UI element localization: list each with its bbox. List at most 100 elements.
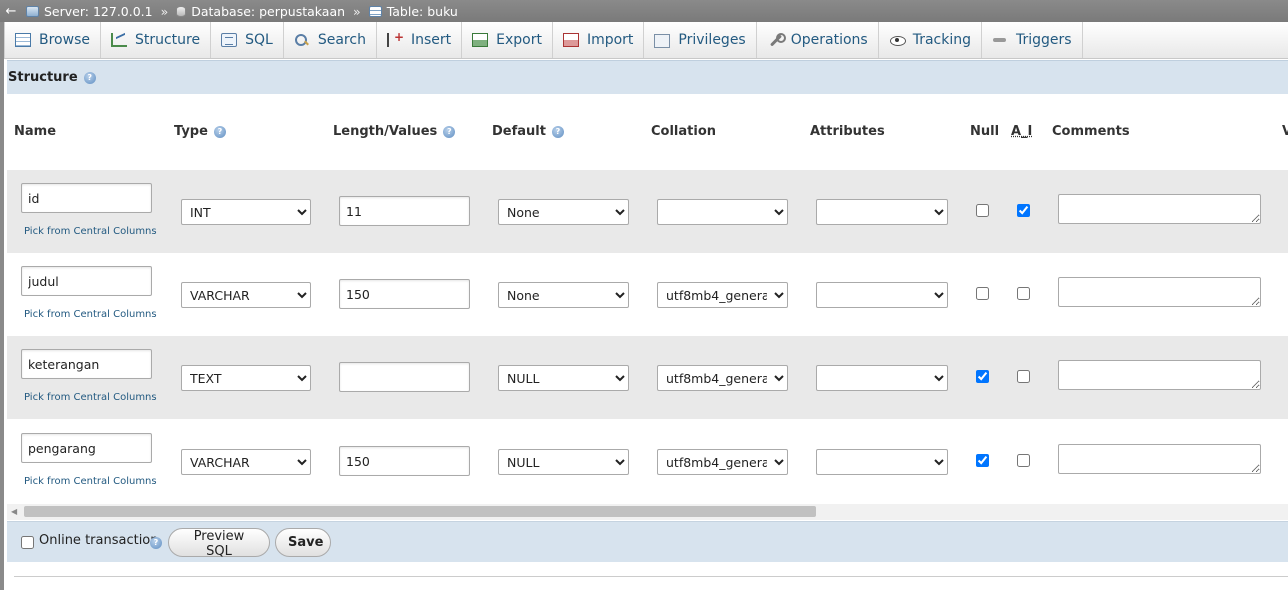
tab-privileges[interactable]: Privileges	[644, 22, 757, 58]
server-icon	[26, 5, 39, 17]
tab-label: Privileges	[678, 32, 746, 48]
field-length-input[interactable]	[339, 362, 470, 392]
field-name-input[interactable]	[21, 183, 152, 213]
tab-browse[interactable]: Browse	[4, 22, 101, 58]
horizontal-scrollbar[interactable]: ◀	[7, 504, 1288, 520]
back-arrow-icon[interactable]: ←	[0, 4, 22, 19]
field-ai-checkbox[interactable]	[1017, 287, 1030, 300]
field-ai-checkbox[interactable]	[1017, 204, 1030, 217]
import-icon	[562, 33, 579, 47]
table-row: Pick from Central Columns TEXT NULL utf8…	[7, 336, 1288, 419]
preview-sql-button[interactable]: Preview SQL	[168, 528, 270, 559]
field-collation-select[interactable]	[657, 199, 788, 225]
header-virtuality-cut: V	[1282, 124, 1288, 139]
field-default-select[interactable]: None	[498, 282, 629, 308]
help-icon[interactable]: ?	[213, 125, 226, 138]
field-attributes-select[interactable]	[816, 365, 948, 391]
field-null-checkbox[interactable]	[976, 204, 989, 217]
field-type-select[interactable]: INT	[181, 199, 311, 225]
field-default-select[interactable]: NULL	[498, 365, 629, 391]
tab-label: Browse	[39, 32, 90, 48]
pick-central-columns-link[interactable]: Pick from Central Columns	[24, 476, 157, 487]
field-attributes-select[interactable]	[816, 449, 948, 475]
tab-structure[interactable]: Structure	[101, 22, 212, 58]
field-type-select[interactable]: VARCHAR	[181, 282, 311, 308]
field-collation-select[interactable]: utf8mb4_general_ci	[657, 365, 788, 391]
tab-label: SQL	[245, 32, 273, 48]
field-ai-checkbox[interactable]	[1017, 454, 1030, 467]
header-length-label: Length/Values	[333, 124, 438, 139]
tab-label: Insert	[410, 32, 452, 48]
field-null-checkbox[interactable]	[976, 454, 989, 467]
section-title: Structure ?	[7, 60, 1288, 94]
field-length-input[interactable]	[339, 446, 470, 476]
header-attributes: Attributes	[810, 124, 885, 139]
structure-icon	[110, 33, 127, 47]
field-name-input[interactable]	[21, 266, 152, 296]
table-row: Pick from Central Columns INT None	[7, 170, 1288, 253]
column-header-row: Name Type? Length/Values? Default? Colla…	[7, 94, 1288, 170]
field-attributes-select[interactable]	[816, 282, 948, 308]
field-default-select[interactable]: NULL	[498, 449, 629, 475]
tab-operations[interactable]: Operations	[757, 22, 879, 58]
field-comment-textarea[interactable]	[1058, 194, 1261, 224]
field-comment-textarea[interactable]	[1058, 444, 1261, 474]
tab-sql[interactable]: SQL	[211, 22, 284, 58]
field-default-select[interactable]: None	[498, 199, 629, 225]
section-title-label: Structure	[8, 70, 78, 85]
header-default: Default?	[492, 124, 564, 139]
pick-central-columns-link[interactable]: Pick from Central Columns	[24, 392, 157, 403]
triggers-icon	[992, 33, 1008, 47]
field-name-input[interactable]	[21, 433, 152, 463]
table-row: Pick from Central Columns VARCHAR None u…	[7, 253, 1288, 336]
export-icon	[472, 33, 489, 47]
breadcrumb-table-label: Table: buku	[386, 3, 458, 19]
pick-central-columns-link[interactable]: Pick from Central Columns	[24, 226, 157, 237]
field-name-input[interactable]	[21, 349, 152, 379]
tracking-icon	[889, 33, 906, 47]
header-comments: Comments	[1052, 124, 1130, 139]
tab-label: Structure	[134, 32, 201, 48]
tab-export[interactable]: Export	[462, 22, 553, 58]
tab-label: Search	[317, 32, 366, 48]
header-type-label: Type	[174, 124, 208, 139]
field-null-checkbox[interactable]	[976, 370, 989, 383]
field-comment-textarea[interactable]	[1058, 277, 1261, 307]
field-ai-checkbox[interactable]	[1017, 370, 1030, 383]
field-attributes-select[interactable]	[816, 199, 948, 225]
field-length-input[interactable]	[339, 196, 470, 226]
online-transaction-label[interactable]: Online transaction	[39, 533, 159, 548]
field-comment-textarea[interactable]	[1058, 360, 1261, 390]
browse-icon	[15, 33, 31, 47]
help-icon[interactable]: ?	[150, 537, 162, 549]
field-length-input[interactable]	[339, 279, 470, 309]
help-icon[interactable]: ?	[83, 71, 96, 84]
save-button[interactable]: Save	[275, 528, 331, 557]
help-icon[interactable]: ?	[443, 125, 456, 138]
field-collation-select[interactable]: utf8mb4_general_ci	[657, 449, 788, 475]
tab-tracking[interactable]: Tracking	[879, 22, 982, 58]
pick-central-columns-link[interactable]: Pick from Central Columns	[24, 309, 157, 320]
field-type-select[interactable]: VARCHAR	[181, 449, 311, 475]
help-icon[interactable]: ?	[551, 125, 564, 138]
breadcrumb-table[interactable]: Table: buku	[365, 4, 462, 19]
scrollbar-thumb[interactable]	[24, 506, 816, 517]
breadcrumb-server[interactable]: Server: 127.0.0.1	[22, 4, 157, 19]
scroll-left-arrow-icon[interactable]: ◀	[11, 507, 17, 516]
header-ai: A_I	[1011, 124, 1033, 139]
tab-insert[interactable]: Insert	[377, 22, 463, 58]
field-collation-select[interactable]: utf8mb4_general_ci	[657, 282, 788, 308]
field-type-select[interactable]: TEXT	[181, 365, 311, 391]
tab-triggers[interactable]: Triggers	[982, 22, 1083, 58]
header-length: Length/Values?	[333, 124, 456, 139]
tab-search[interactable]: Search	[284, 22, 377, 58]
online-transaction-checkbox[interactable]	[21, 536, 34, 549]
sql-icon	[221, 33, 238, 47]
bottom-action-bar: Online transaction ? Preview SQL Save	[7, 521, 1288, 562]
field-null-checkbox[interactable]	[976, 287, 989, 300]
tab-import[interactable]: Import	[553, 22, 645, 58]
table-row: Pick from Central Columns VARCHAR NULL u…	[7, 420, 1288, 503]
breadcrumb-database[interactable]: Database: perpustakaan	[172, 4, 349, 19]
footer-divider	[14, 576, 1288, 577]
header-null: Null	[970, 124, 1000, 139]
